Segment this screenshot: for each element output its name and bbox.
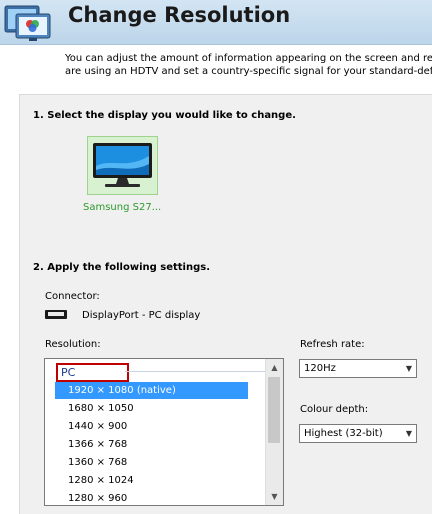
scroll-up-icon[interactable]: ▲	[266, 359, 283, 376]
resolution-item-1280x1024[interactable]: 1280 × 1024	[55, 472, 248, 489]
resolution-group-pc: PC	[56, 363, 129, 382]
resolution-item-1680x1050[interactable]: 1680 × 1050	[55, 400, 248, 417]
refresh-rate-select[interactable]: 120Hz ▼	[299, 359, 417, 378]
chevron-down-icon: ▼	[405, 429, 412, 438]
display-tile-samsung[interactable]	[87, 136, 158, 195]
monitor-icon	[93, 143, 152, 187]
description-line-1: You can adjust the amount of information…	[65, 53, 432, 64]
display-name-label: Samsung S27...	[83, 202, 162, 213]
group-divider	[125, 371, 265, 372]
section-apply-settings-title: 2. Apply the following settings.	[33, 262, 211, 273]
resolution-item-1280x960[interactable]: 1280 × 960	[55, 490, 248, 505]
connector-value: DisplayPort - PC display	[82, 310, 201, 321]
resolution-item-1920x1080[interactable]: 1920 × 1080 (native)	[55, 382, 248, 399]
connector-label: Connector:	[45, 291, 100, 302]
refresh-rate-label: Refresh rate:	[300, 339, 365, 350]
colour-depth-select[interactable]: Highest (32-bit) ▼	[299, 424, 417, 443]
page-title: Change Resolution	[68, 3, 291, 27]
resolution-item-1366x768[interactable]: 1366 × 768	[55, 436, 248, 453]
header-banner: Change Resolution	[0, 0, 432, 45]
scroll-thumb[interactable]	[268, 377, 280, 443]
resolution-scrollbar[interactable]: ▲ ▼	[265, 359, 283, 505]
section-select-display-title: 1. Select the display you would like to …	[33, 110, 296, 121]
colour-depth-value: Highest (32-bit)	[304, 428, 383, 439]
resolution-listbox[interactable]: PC 1920 × 1080 (native) 1680 × 1050 1440…	[44, 358, 284, 506]
resolution-label: Resolution:	[45, 339, 101, 350]
page-description: You can adjust the amount of information…	[65, 52, 432, 78]
colour-depth-label: Colour depth:	[300, 404, 369, 415]
description-line-2: are using an HDTV and set a country-spec…	[65, 66, 432, 77]
resolution-item-1360x768[interactable]: 1360 × 768	[55, 454, 248, 471]
refresh-rate-value: 120Hz	[304, 363, 336, 374]
resolution-item-1440x900[interactable]: 1440 × 900	[55, 418, 248, 435]
displayport-icon	[45, 310, 67, 319]
chevron-down-icon: ▼	[405, 364, 412, 373]
scroll-down-icon[interactable]: ▼	[266, 488, 283, 505]
display-settings-icon	[4, 5, 51, 41]
